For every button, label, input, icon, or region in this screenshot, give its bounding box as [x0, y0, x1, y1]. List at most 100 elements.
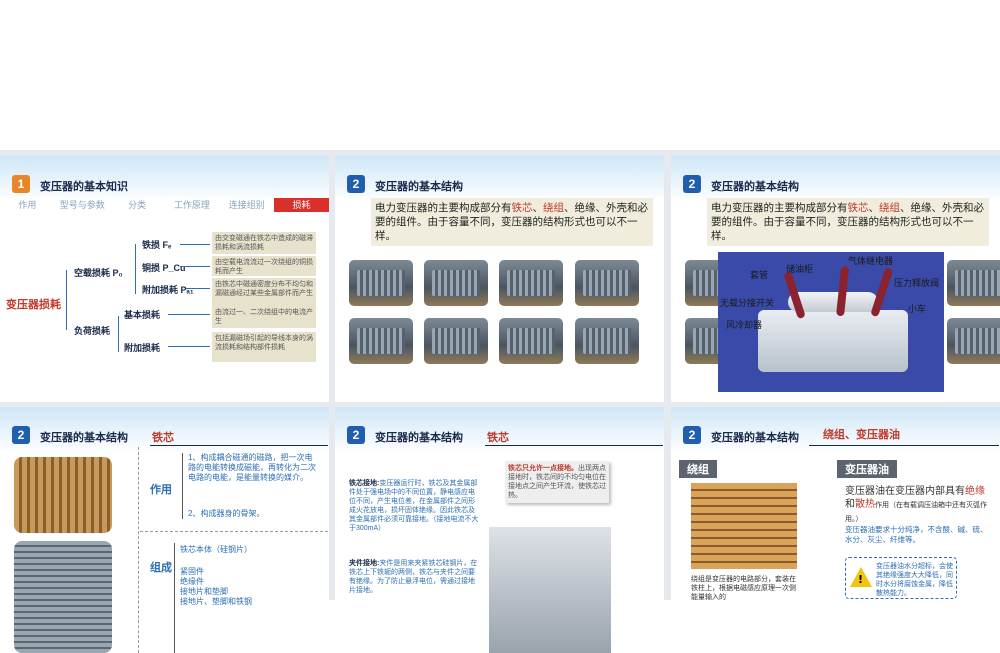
- slide-grid: 1 变压器的基本知识 作用 型号与参数 分类 工作原理 连接组别 损耗 变压器损…: [0, 150, 1000, 653]
- slide-title: 变压器的基本结构: [711, 432, 799, 444]
- function-item: 2、构成器身的骨架。: [188, 509, 265, 518]
- loss-description: 由空载电流流过一次绕组的铜损耗而产生: [212, 256, 316, 276]
- function-label: 作用: [150, 484, 172, 496]
- label-tap-switch: 无载分接开关: [720, 298, 775, 308]
- divider: [140, 531, 328, 532]
- label-pressure-valve: 压力释放阀: [894, 278, 940, 288]
- slide-title: 变压器的基本知识: [40, 181, 128, 193]
- label-bushing: 套管: [750, 270, 769, 280]
- tree-line: [135, 244, 136, 294]
- section-number: 2: [12, 426, 30, 444]
- clamp-grounding-text: 夹件接地:夹件是用来夹紧铁芯硅钢片，在铁芯上下铁轭的两侧，铁芯与夹件之间要有绝缘…: [349, 560, 478, 594]
- tree-noload: 空载损耗 P₀: [74, 268, 123, 278]
- bracket: [174, 543, 175, 653]
- slide-title: 变压器的基本结构: [40, 432, 128, 444]
- slide-topic: 铁芯: [487, 432, 509, 444]
- section-number: 1: [12, 175, 30, 193]
- tree-extra2: 附加损耗: [124, 343, 161, 353]
- transformer-photo: [424, 318, 488, 364]
- transformer-structure-diagram: 储油柜 套管 气体继电器 压力释放阀 无载分接开关 风冷却器 小车: [718, 252, 944, 392]
- component-item: 接地片、垫脚和铁钢: [180, 597, 252, 606]
- component-item: 紧固件: [180, 567, 204, 576]
- topic-underline: [150, 445, 328, 446]
- core-grounding-text: 铁芯接地:变压器运行时，铁芯及其金属部件处于强电场中的不同位置，静电感应电位不同…: [349, 480, 479, 532]
- iron-core-photo: [14, 457, 112, 533]
- slide-title: 变压器的基本结构: [375, 432, 463, 444]
- slide-5-thumbnail[interactable]: 2 变压器的基本结构 铁芯 铁芯接地:变压器运行时，铁芯及其金属部件处于强电场中…: [335, 407, 664, 653]
- transformer-photo: [349, 260, 413, 306]
- tree-line: [186, 288, 210, 289]
- slide-title: 变压器的基本结构: [711, 181, 799, 193]
- tab-model[interactable]: 型号与参数: [55, 198, 110, 212]
- tree-copper: 铜损 P_Cu: [142, 263, 186, 273]
- function-item: 1、构成耦合磁通的磁路，把一次电路的电能转换成磁能，再转化为二次电路的电能，是能…: [188, 453, 316, 482]
- tree-basic: 基本损耗: [124, 310, 161, 320]
- tree-root: 变压器损耗: [6, 299, 61, 311]
- tree-extra1: 附加损耗 Pₐ₁: [142, 285, 194, 295]
- transformer-photo: [499, 318, 563, 364]
- transformer-photo: [947, 318, 1000, 364]
- loss-description: 由流过一、二次绕组中的电流产生: [212, 306, 316, 328]
- label-air-cooler: 风冷却器: [726, 320, 763, 330]
- tab-principle[interactable]: 工作原理: [164, 198, 219, 212]
- winding-description: 绕组是变压器的电路部分，套装在铁柱上，根据电磁感应原理一次侧能量输入的: [691, 575, 796, 601]
- tree-line: [180, 244, 210, 245]
- slide-topic: 绕组、变压器油: [823, 429, 900, 441]
- iron-core-photo: [14, 541, 112, 653]
- component-item: 铁芯本体（硅钢片）: [180, 545, 252, 554]
- intro-text: 电力变压器的主要构成部分有铁芯、绕组、绝缘、外壳和必要的组件。由于容量不同，变压…: [707, 198, 989, 246]
- oil-function-text: 变压器油在变压器内部具有绝缘和散热作用（在有载调压油箱中还有灭弧作用。）: [845, 486, 987, 523]
- slide-4-thumbnail[interactable]: 2 变压器的基本结构 铁芯 作用 1、构成耦合磁通的磁路，把一次电路的电能转换成…: [0, 407, 329, 653]
- tree-line: [118, 316, 119, 352]
- tab-function[interactable]: 作用: [0, 198, 55, 212]
- topic-tabs: 作用 型号与参数 分类 工作原理 连接组别 损耗: [0, 198, 329, 212]
- tab-loss[interactable]: 损耗: [274, 198, 329, 212]
- warning-text: 变压器油水分超标，会使其绝缘强度大大降低，同时水分将腐蚀金属，降低散热能力。: [876, 562, 953, 597]
- intro-text: 电力变压器的主要构成部分有铁芯、绕组、绝缘、外壳和必要的组件。由于容量不同，变压…: [371, 198, 653, 246]
- transformer-photo: [499, 260, 563, 306]
- transformer-photo: [575, 318, 639, 364]
- slide-1-thumbnail[interactable]: 1 变压器的基本知识 作用 型号与参数 分类 工作原理 连接组别 损耗 变压器损…: [0, 156, 329, 402]
- tree-line: [168, 346, 210, 347]
- winding-tag: 绕组: [679, 460, 717, 478]
- exclamation-icon: !: [858, 573, 864, 586]
- tree-line: [180, 266, 210, 267]
- tree-line: [66, 270, 67, 330]
- tree-iron: 铁损 Fₑ: [142, 240, 172, 250]
- label-cart: 小车: [908, 304, 927, 314]
- component-item: 接地片和垫脚: [180, 587, 228, 596]
- blank-area: [0, 0, 1000, 150]
- grounding-bushing-photo: [489, 527, 611, 653]
- moisture-warning: ! 变压器油水分超标，会使其绝缘强度大大降低，同时水分将腐蚀金属，降低散热能力。: [845, 557, 957, 599]
- slide-title: 变压器的基本结构: [375, 181, 463, 193]
- section-number: 2: [347, 175, 365, 193]
- tab-classify[interactable]: 分类: [110, 198, 165, 212]
- composition-label: 组成: [150, 562, 172, 574]
- topic-underline: [485, 445, 663, 446]
- transformer-photo: [424, 260, 488, 306]
- single-point-note: 铁芯只允许一点接地。出现两点接地时，铁芯间的不均匀电位在接地点之间产生环流，使铁…: [505, 461, 609, 503]
- topic-underline: [809, 445, 999, 446]
- tree-load: 负荷损耗: [74, 326, 111, 336]
- tank-shape: [758, 310, 908, 372]
- slide-2-thumbnail[interactable]: 2 变压器的基本结构 电力变压器的主要构成部分有铁芯、绕组、绝缘、外壳和必要的组…: [335, 156, 664, 402]
- bracket: [182, 453, 183, 519]
- transformer-photo: [349, 318, 413, 364]
- loss-description: 由交变磁通在铁芯中造成的磁滞损耗和涡流损耗: [212, 232, 316, 254]
- tab-connection[interactable]: 连接组别: [219, 198, 274, 212]
- oil-tag: 变压器油: [837, 460, 897, 478]
- loss-description: 包括漏磁场引起的导线本身的涡流损耗和结构部件损耗: [212, 332, 316, 362]
- slide-6-thumbnail[interactable]: 2 变压器的基本结构 绕组、变压器油 绕组 变压器油 绕组是变压器的电路部分，套…: [671, 407, 1000, 653]
- component-item: 绝缘件: [180, 577, 204, 586]
- label-conservator: 储油柜: [786, 264, 814, 274]
- winding-photo: [691, 483, 797, 569]
- slide-3-thumbnail[interactable]: 2 变压器的基本结构 电力变压器的主要构成部分有铁芯、绕组、绝缘、外壳和必要的组…: [671, 156, 1000, 402]
- section-number: 2: [683, 175, 701, 193]
- loss-description: 由铁芯中磁通密度分布不均匀和漏磁通经过某些金属部件而产生: [212, 278, 316, 308]
- transformer-photo: [947, 260, 1000, 306]
- oil-requirement-text: 变压器油要求十分纯净，不含酸、碱、硫、水分、灰尘、纤维等。: [845, 525, 988, 544]
- transformer-photo: [575, 260, 639, 306]
- tree-line: [168, 314, 210, 315]
- slide-topic: 铁芯: [152, 432, 174, 444]
- section-number: 2: [347, 426, 365, 444]
